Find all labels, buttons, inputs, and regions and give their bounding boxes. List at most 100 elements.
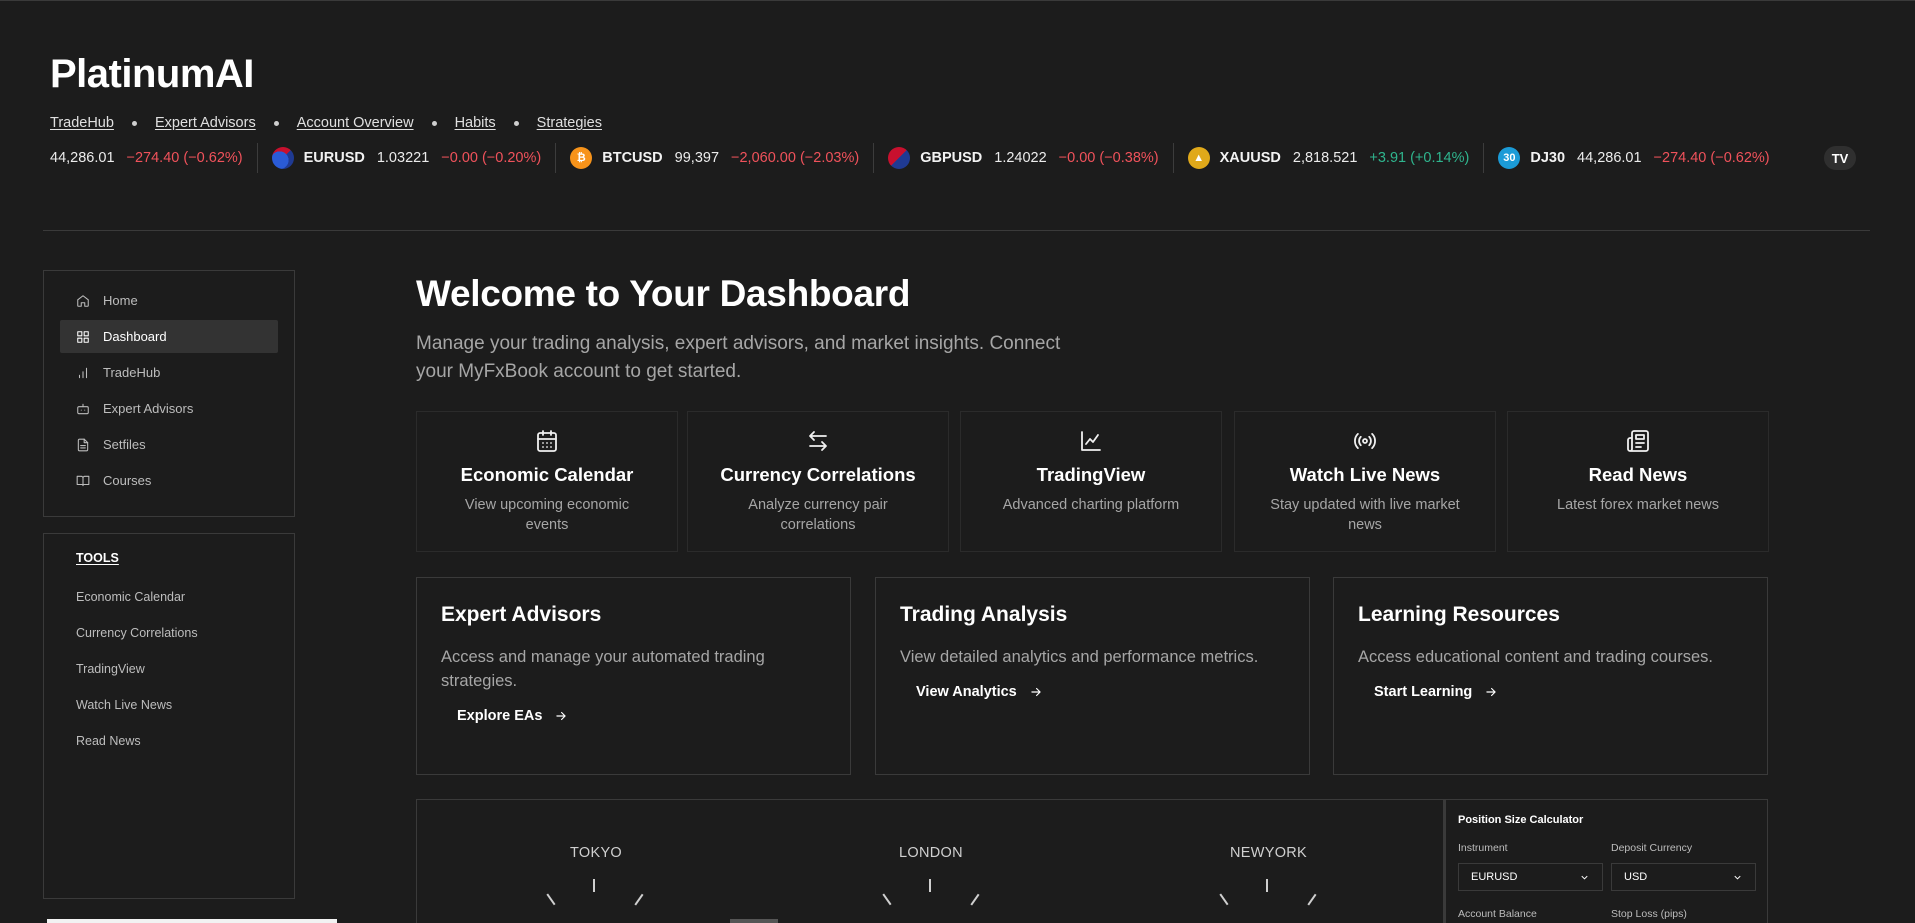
sidebar-item-expert-advisors[interactable]: Expert Advisors (60, 392, 278, 425)
ticker-tape: 44,286.01 −274.40 (−0.62%) EURUSD 1.0322… (40, 143, 1862, 173)
page-title: Welcome to Your Dashboard (416, 273, 911, 314)
ticker-change: −0.00 (−0.20%) (441, 150, 542, 166)
sidebar-item-label: Home (103, 293, 138, 308)
nav-separator-dot (131, 120, 137, 126)
card-title: Expert Advisors (441, 603, 602, 626)
ticker-change: +3.91 (+0.14%) (1369, 150, 1470, 166)
chevron-down-icon (1734, 875, 1741, 880)
gb-us-flag-icon (888, 147, 911, 169)
sidebar-item-label: Expert Advisors (103, 401, 194, 416)
ticker-item[interactable]: 44,286.01 −274.40 (−0.62%) (40, 143, 258, 173)
ticker-price: 44,286.01 (50, 150, 115, 166)
robot-icon (77, 403, 89, 414)
bitcoin-icon: ₿ (570, 147, 593, 169)
clock-label-tokyo: TOKYO (570, 845, 622, 861)
sidebar-item-setfiles[interactable]: Setfiles (60, 428, 278, 461)
calendar-icon (537, 430, 557, 452)
tools-item-economic-calendar[interactable]: Economic Calendar (76, 590, 294, 626)
book-icon (76, 475, 90, 486)
card-expert-advisors: Expert Advisors Access and manage your a… (416, 577, 851, 775)
eu-us-flag-icon (271, 147, 294, 169)
ticker-change: −2,060.00 (−2.03%) (731, 150, 860, 166)
card-link-label: View Analytics (916, 684, 1017, 700)
arrows-swap-icon (809, 431, 827, 451)
topnav-strategies[interactable]: Strategies (537, 115, 602, 131)
ticker-item[interactable]: EURUSD 1.03221 −0.00 (−0.20%) (258, 143, 557, 173)
ticker-change: −274.40 (−0.62%) (1653, 150, 1770, 166)
top-navigation: TradeHub Expert Advisors Account Overvie… (50, 115, 602, 131)
topnav-tradehub[interactable]: TradeHub (50, 115, 114, 131)
instrument-select[interactable]: EURUSD (1458, 863, 1603, 891)
clock-label-newyork: NEWYORK (1230, 845, 1308, 861)
clock-tick (546, 893, 556, 906)
quick-link-desc: Stay updated with live market news (1270, 497, 1460, 533)
sidebar-item-home[interactable]: Home (60, 284, 278, 317)
view-analytics-link[interactable]: View Analytics (900, 684, 1043, 700)
sidebar-item-courses[interactable]: Courses (60, 464, 278, 497)
ticker-symbol: BTCUSD (602, 150, 663, 166)
tools-heading: TOOLS (76, 551, 119, 565)
ticker-item[interactable]: GBPUSD 1.24022 −0.00 (−0.38%) (874, 143, 1174, 173)
deposit-currency-label: Deposit Currency (1611, 842, 1693, 854)
tools-item-read-news[interactable]: Read News (76, 734, 294, 770)
gold-icon: ▲ (1187, 147, 1210, 169)
topnav-expert-advisors[interactable]: Expert Advisors (155, 115, 256, 131)
sidebar-item-label: TradeHub (103, 365, 161, 380)
ticker-item[interactable]: ▲ XAUUSD 2,818.521 +3.91 (+0.14%) (1174, 143, 1485, 173)
clock-tick (593, 879, 595, 892)
ticker-item[interactable]: ₿ BTCUSD 99,397 −2,060.00 (−2.03%) (556, 143, 875, 173)
tools-item-currency-correlations[interactable]: Currency Correlations (76, 626, 294, 662)
stop-loss-label: Stop Loss (pips) (1611, 908, 1687, 920)
tools-item-tradingview[interactable]: TradingView (76, 662, 294, 698)
ticker-item[interactable]: 30 DJ30 44,286.01 −274.40 (−0.62%) (1484, 143, 1783, 173)
clock-tick (1266, 879, 1268, 892)
topnav-account-overview[interactable]: Account Overview (297, 115, 414, 131)
world-clocks-panel: TOKYO LONDON NEWYORK (416, 799, 1444, 923)
brand-logo[interactable]: PlatinumAI (50, 52, 254, 97)
scroll-indicator (47, 919, 337, 923)
position-size-calculator: Position Size Calculator Instrument EURU… (1443, 799, 1768, 923)
file-icon (77, 438, 89, 451)
start-learning-link[interactable]: Start Learning (1358, 684, 1498, 700)
deposit-currency-select[interactable]: USD (1611, 863, 1756, 891)
deposit-currency-value: USD (1624, 871, 1648, 883)
home-icon (77, 294, 89, 307)
account-balance-label: Account Balance (1458, 908, 1537, 920)
ticker-price: 1.03221 (376, 150, 430, 166)
instrument-value: EURUSD (1471, 871, 1518, 883)
clock-label-london: LONDON (899, 845, 963, 861)
sidebar-item-tradehub[interactable]: TradeHub (60, 356, 278, 389)
sidebar-item-dashboard[interactable]: Dashboard (60, 320, 278, 353)
quick-link-read-news[interactable]: Read News Latest forex market news (1507, 411, 1769, 552)
clock-tick (1219, 893, 1229, 906)
ticker-symbol: XAUUSD (1219, 150, 1281, 166)
tradingview-logo-icon[interactable]: TV (1824, 146, 1856, 170)
quick-link-watch-live-news[interactable]: Watch Live News Stay updated with live m… (1234, 411, 1496, 552)
ticker-price: 99,397 (674, 150, 720, 166)
dashboard-icon (77, 330, 89, 343)
quick-link-tradingview[interactable]: TradingView Advanced charting platform (960, 411, 1222, 552)
quick-link-title: Economic Calendar (460, 464, 634, 485)
quick-link-economic-calendar[interactable]: Economic Calendar View upcoming economic… (416, 411, 678, 552)
sidebar-item-label: Setfiles (103, 437, 146, 452)
quick-link-title: Currency Correlations (720, 464, 916, 485)
ticker-price: 1.24022 (994, 150, 1047, 166)
nav-separator-dot (513, 120, 519, 126)
quick-link-currency-correlations[interactable]: Currency Correlations Analyze currency p… (687, 411, 949, 552)
tools-item-watch-live-news[interactable]: Watch Live News (76, 698, 294, 734)
quick-link-desc: Analyze currency pair correlations (748, 497, 888, 533)
explore-eas-link[interactable]: Explore EAs (441, 708, 568, 724)
quick-link-title: Watch Live News (1289, 464, 1441, 485)
newspaper-icon (1627, 430, 1649, 452)
topnav-habits[interactable]: Habits (455, 115, 496, 131)
chevron-down-icon (1581, 875, 1588, 880)
quick-link-title: Read News (1588, 464, 1688, 485)
dj30-icon: 30 (1498, 147, 1521, 169)
nav-separator-dot (273, 120, 279, 126)
card-title: Trading Analysis (900, 603, 1068, 626)
card-title: Learning Resources (1358, 603, 1560, 626)
card-desc: View detailed analytics and performance … (900, 648, 1259, 666)
ticker-symbol: GBPUSD (920, 150, 983, 166)
ticker-change: −274.40 (−0.62%) (126, 150, 243, 166)
card-link-label: Start Learning (1374, 684, 1473, 700)
